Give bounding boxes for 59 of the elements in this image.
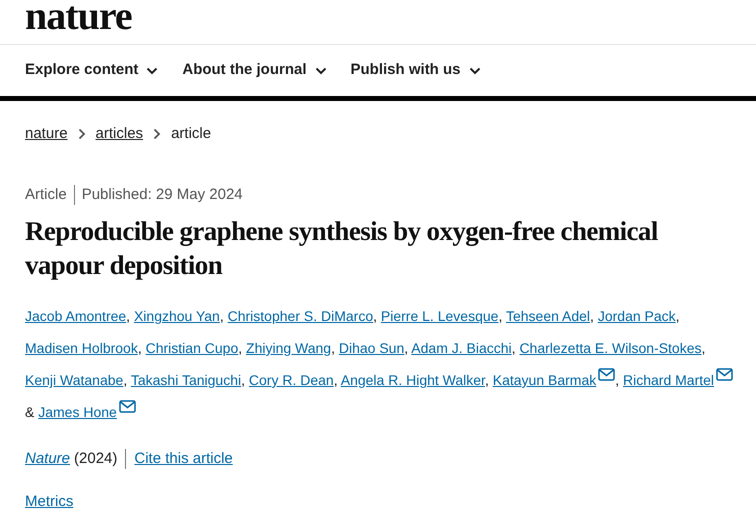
chevron-down-icon [314,66,327,74]
author-link[interactable]: James Hone [38,404,117,420]
cite-link[interactable]: Cite this article [134,448,233,470]
author-link[interactable]: Madisen Holbrook [25,340,138,356]
comma: , [373,308,378,324]
author-link[interactable]: Richard Martel [623,372,714,388]
chevron-down-icon [146,66,158,74]
author-link[interactable]: Pierre L. Levesque [380,308,498,324]
comma: , [404,340,408,356]
author-link[interactable]: Dihao Sun [338,340,404,356]
author-link[interactable]: Jordan Pack [598,308,676,324]
mail-icon[interactable] [598,368,616,381]
author-link[interactable]: Takashi Taniguchi [130,372,242,388]
nav-menu-button[interactable]: Explore content [25,59,158,82]
comma: , [590,308,594,324]
author-link[interactable]: Jacob Amontree [25,308,126,324]
breadcrumb-current: article [171,124,212,144]
comma: , [123,372,128,388]
mail-icon[interactable] [716,368,734,381]
journal-link[interactable]: Nature [25,448,70,470]
comma: , [331,340,335,356]
author-link[interactable]: Christopher S. DiMarco [228,308,374,324]
comma: , [220,308,224,324]
publication-year: (2024) [74,449,118,469]
nav-menu-button[interactable]: About the journal [182,59,327,82]
comma: , [615,372,620,388]
metrics-link[interactable]: Metrics [25,492,74,510]
breadcrumb-link[interactable]: articles [96,123,144,146]
chevron-right-icon [78,128,86,140]
author-link[interactable]: Tehseen Adel [506,308,590,324]
comma: , [702,340,706,356]
ampersand: & [25,404,36,420]
author-link[interactable]: Angela R. Hight Walker [340,372,485,388]
comma: , [238,340,242,356]
article-type: Article [25,184,67,204]
author-link[interactable]: Charlezetta E. Wilson-Stokes [519,340,702,356]
article-title: Reproducible graphene synthesis by oxygen-free chemical vapour deposition [24,215,659,282]
author-link[interactable]: Katayun Barmak [492,372,596,388]
chevron-right-icon [153,128,162,140]
author-link[interactable]: Zhiying Wang [246,340,332,356]
breadcrumb-link[interactable]: nature [25,123,68,146]
comma: , [676,308,680,324]
comma: , [484,372,489,388]
comma: , [512,340,516,356]
author-link[interactable]: Christian Cupo [146,340,238,356]
author-link[interactable]: Kenji Watanabe [25,372,124,388]
comma: , [126,308,130,324]
comma: , [498,308,502,324]
author-link[interactable]: Adam J. Biacchi [411,340,512,356]
nav-menu-button[interactable]: Publish with us [350,59,481,82]
chevron-down-icon [468,66,481,74]
author-link[interactable]: Cory R. Dean [248,372,334,388]
mail-icon[interactable] [118,400,136,413]
logo[interactable]: nature [25,0,132,36]
published-date: Published: 29 May 2024 [82,184,243,204]
comma: , [241,372,246,388]
comma: , [138,340,142,356]
comma: , [334,372,338,388]
author-link[interactable]: Xingzhou Yan [134,308,220,324]
